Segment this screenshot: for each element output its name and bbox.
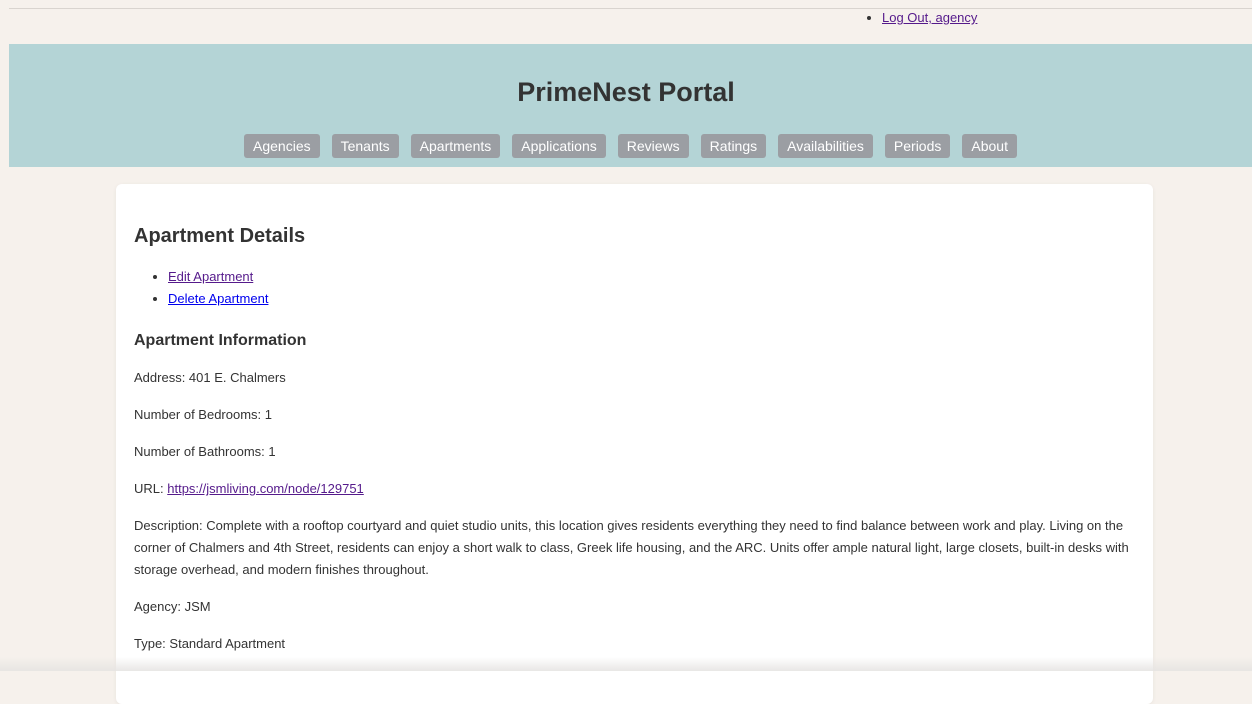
url-field: URL: https://jsmliving.com/node/129751 xyxy=(134,478,1139,500)
user-bar: Log Out, agency xyxy=(0,0,1252,44)
nav-applications[interactable]: Applications xyxy=(512,134,606,158)
type-field: Type: Standard Apartment xyxy=(134,636,286,651)
nav-reviews[interactable]: Reviews xyxy=(617,134,689,158)
bottom-fade xyxy=(0,657,1252,671)
content-card: Apartment Details Edit Apartment Delete … xyxy=(116,184,1153,704)
site-header: PrimeNest Portal Agencies Tenants Apartm… xyxy=(9,44,1252,167)
nav-availabilities[interactable]: Availabilities xyxy=(778,134,873,158)
description-field: Description: Complete with a rooftop cou… xyxy=(134,518,1129,577)
main-nav: Agencies Tenants Apartments Applications… xyxy=(9,134,1252,158)
agency-field: Agency: JSM xyxy=(134,599,211,614)
site-title: PrimeNest Portal xyxy=(517,77,735,107)
nav-about[interactable]: About xyxy=(962,134,1017,158)
nav-periods[interactable]: Periods xyxy=(884,134,951,158)
user-menu: Log Out, agency xyxy=(862,9,977,27)
nav-apartments[interactable]: Apartments xyxy=(410,134,501,158)
logout-link[interactable]: Log Out, agency xyxy=(882,10,977,25)
user-menu-item: Log Out, agency xyxy=(882,9,977,27)
bathrooms-field: Number of Bathrooms: 1 xyxy=(134,444,276,459)
section-title: Apartment Information xyxy=(134,332,307,349)
nav-tenants[interactable]: Tenants xyxy=(331,134,399,158)
page-title: Apartment Details xyxy=(134,225,306,247)
action-list: Edit Apartment Delete Apartment xyxy=(134,266,1139,310)
url-label: URL: xyxy=(134,481,168,496)
apartment-url-link[interactable]: https://jsmliving.com/node/129751 xyxy=(167,481,364,496)
action-item: Edit Apartment xyxy=(168,266,1139,288)
delete-apartment-link[interactable]: Delete Apartment xyxy=(168,291,268,306)
action-item: Delete Apartment xyxy=(168,288,1139,310)
edit-apartment-link[interactable]: Edit Apartment xyxy=(168,269,253,284)
nav-agencies[interactable]: Agencies xyxy=(244,134,320,158)
address-field: Address: 401 E. Chalmers xyxy=(134,370,286,385)
bedrooms-field: Number of Bedrooms: 1 xyxy=(134,407,273,422)
content-body: Apartment Details Edit Apartment Delete … xyxy=(134,224,1139,655)
nav-ratings[interactable]: Ratings xyxy=(700,134,767,158)
